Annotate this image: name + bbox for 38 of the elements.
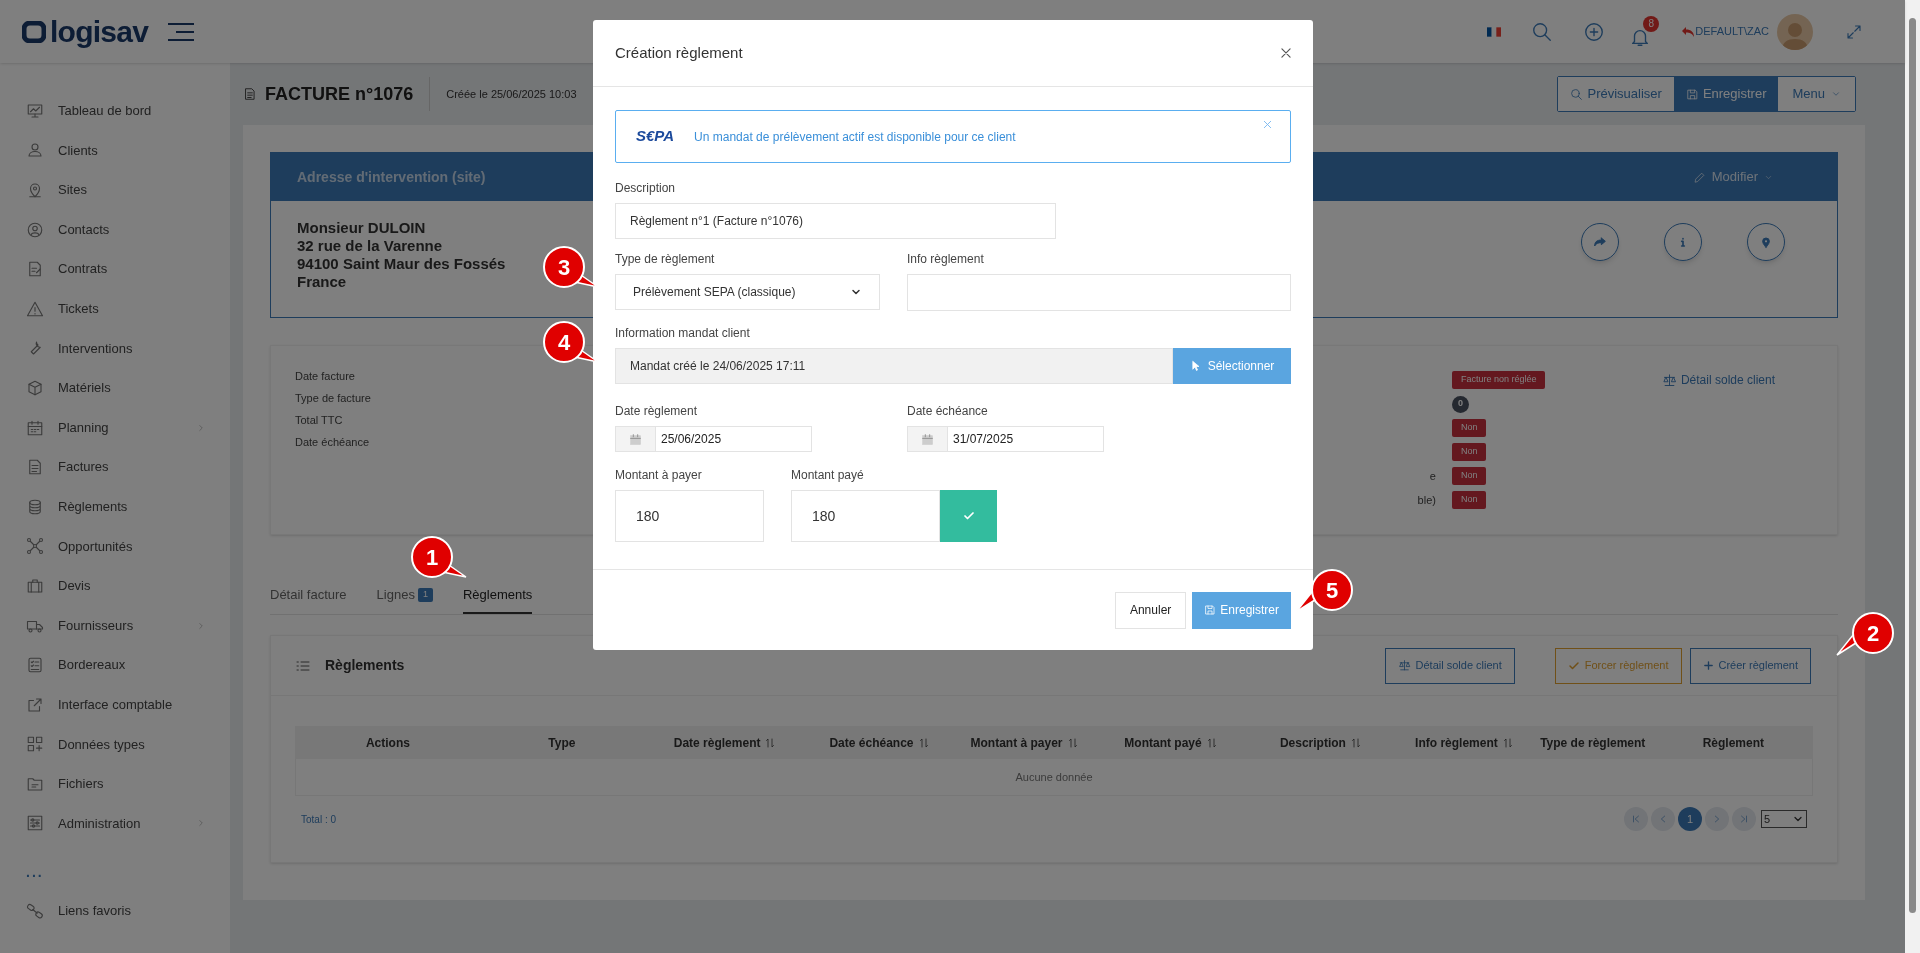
modal-title: Création règlement <box>615 42 743 63</box>
info-label: Total TTC <box>295 413 344 428</box>
notification-count: 8 <box>1643 15 1660 32</box>
field-label: Montant à payer <box>615 467 703 484</box>
info-label: Date facture <box>295 369 356 384</box>
column-header: Type <box>547 734 577 752</box>
created-date: Créée le 25/06/2025 10:03 <box>446 86 577 102</box>
panel-title: Adresse d'intervention (site) <box>297 167 486 187</box>
column-header: Règlement <box>1701 734 1765 752</box>
mandate-field: Mandat créé le 24/06/2025 17:11 <box>615 348 1173 384</box>
info-label: Date échéance <box>295 435 370 450</box>
field-label: Date échéance <box>907 403 989 420</box>
status-badge: 0 <box>1451 395 1469 413</box>
status-badge: Non <box>1451 491 1487 509</box>
address-text: Monsieur DULOIN 32 rue de la Varenne 94100 Saint Maur des Fossés France <box>297 219 506 291</box>
status-badge: Non <box>1451 443 1487 461</box>
field-label: Info règlement <box>907 251 985 268</box>
alert-message: Un mandat de prélèvement actif est disponible pour ce client <box>694 128 1016 146</box>
info-label: e <box>1429 468 1436 484</box>
column-header: Type de règlement <box>1539 734 1647 752</box>
column-header: Actions <box>364 734 411 752</box>
field-label: Montant payé <box>791 467 865 484</box>
field-label: Date règlement <box>615 403 699 420</box>
status-badge: Facture non réglée <box>1451 371 1546 389</box>
logo-text: logisav <box>50 16 149 47</box>
status-badge: Non <box>1451 467 1487 485</box>
info-label: ble) <box>1417 492 1436 508</box>
total-count: Total : 0 <box>301 812 337 827</box>
sepa-logo: S€PA <box>636 126 675 147</box>
field-label: Type de règlement <box>615 251 716 268</box>
empty-message: Aucune donnée <box>1015 769 1093 785</box>
status-badge: Non <box>1451 419 1487 437</box>
field-label: Information mandat client <box>615 325 751 342</box>
page-title: FACTURE n°1076 <box>265 82 414 106</box>
count-badge: 1 <box>417 588 433 602</box>
info-label: Type de facture <box>295 391 371 406</box>
field-label: Description <box>615 180 677 197</box>
panel-title: Règlements <box>325 656 405 675</box>
